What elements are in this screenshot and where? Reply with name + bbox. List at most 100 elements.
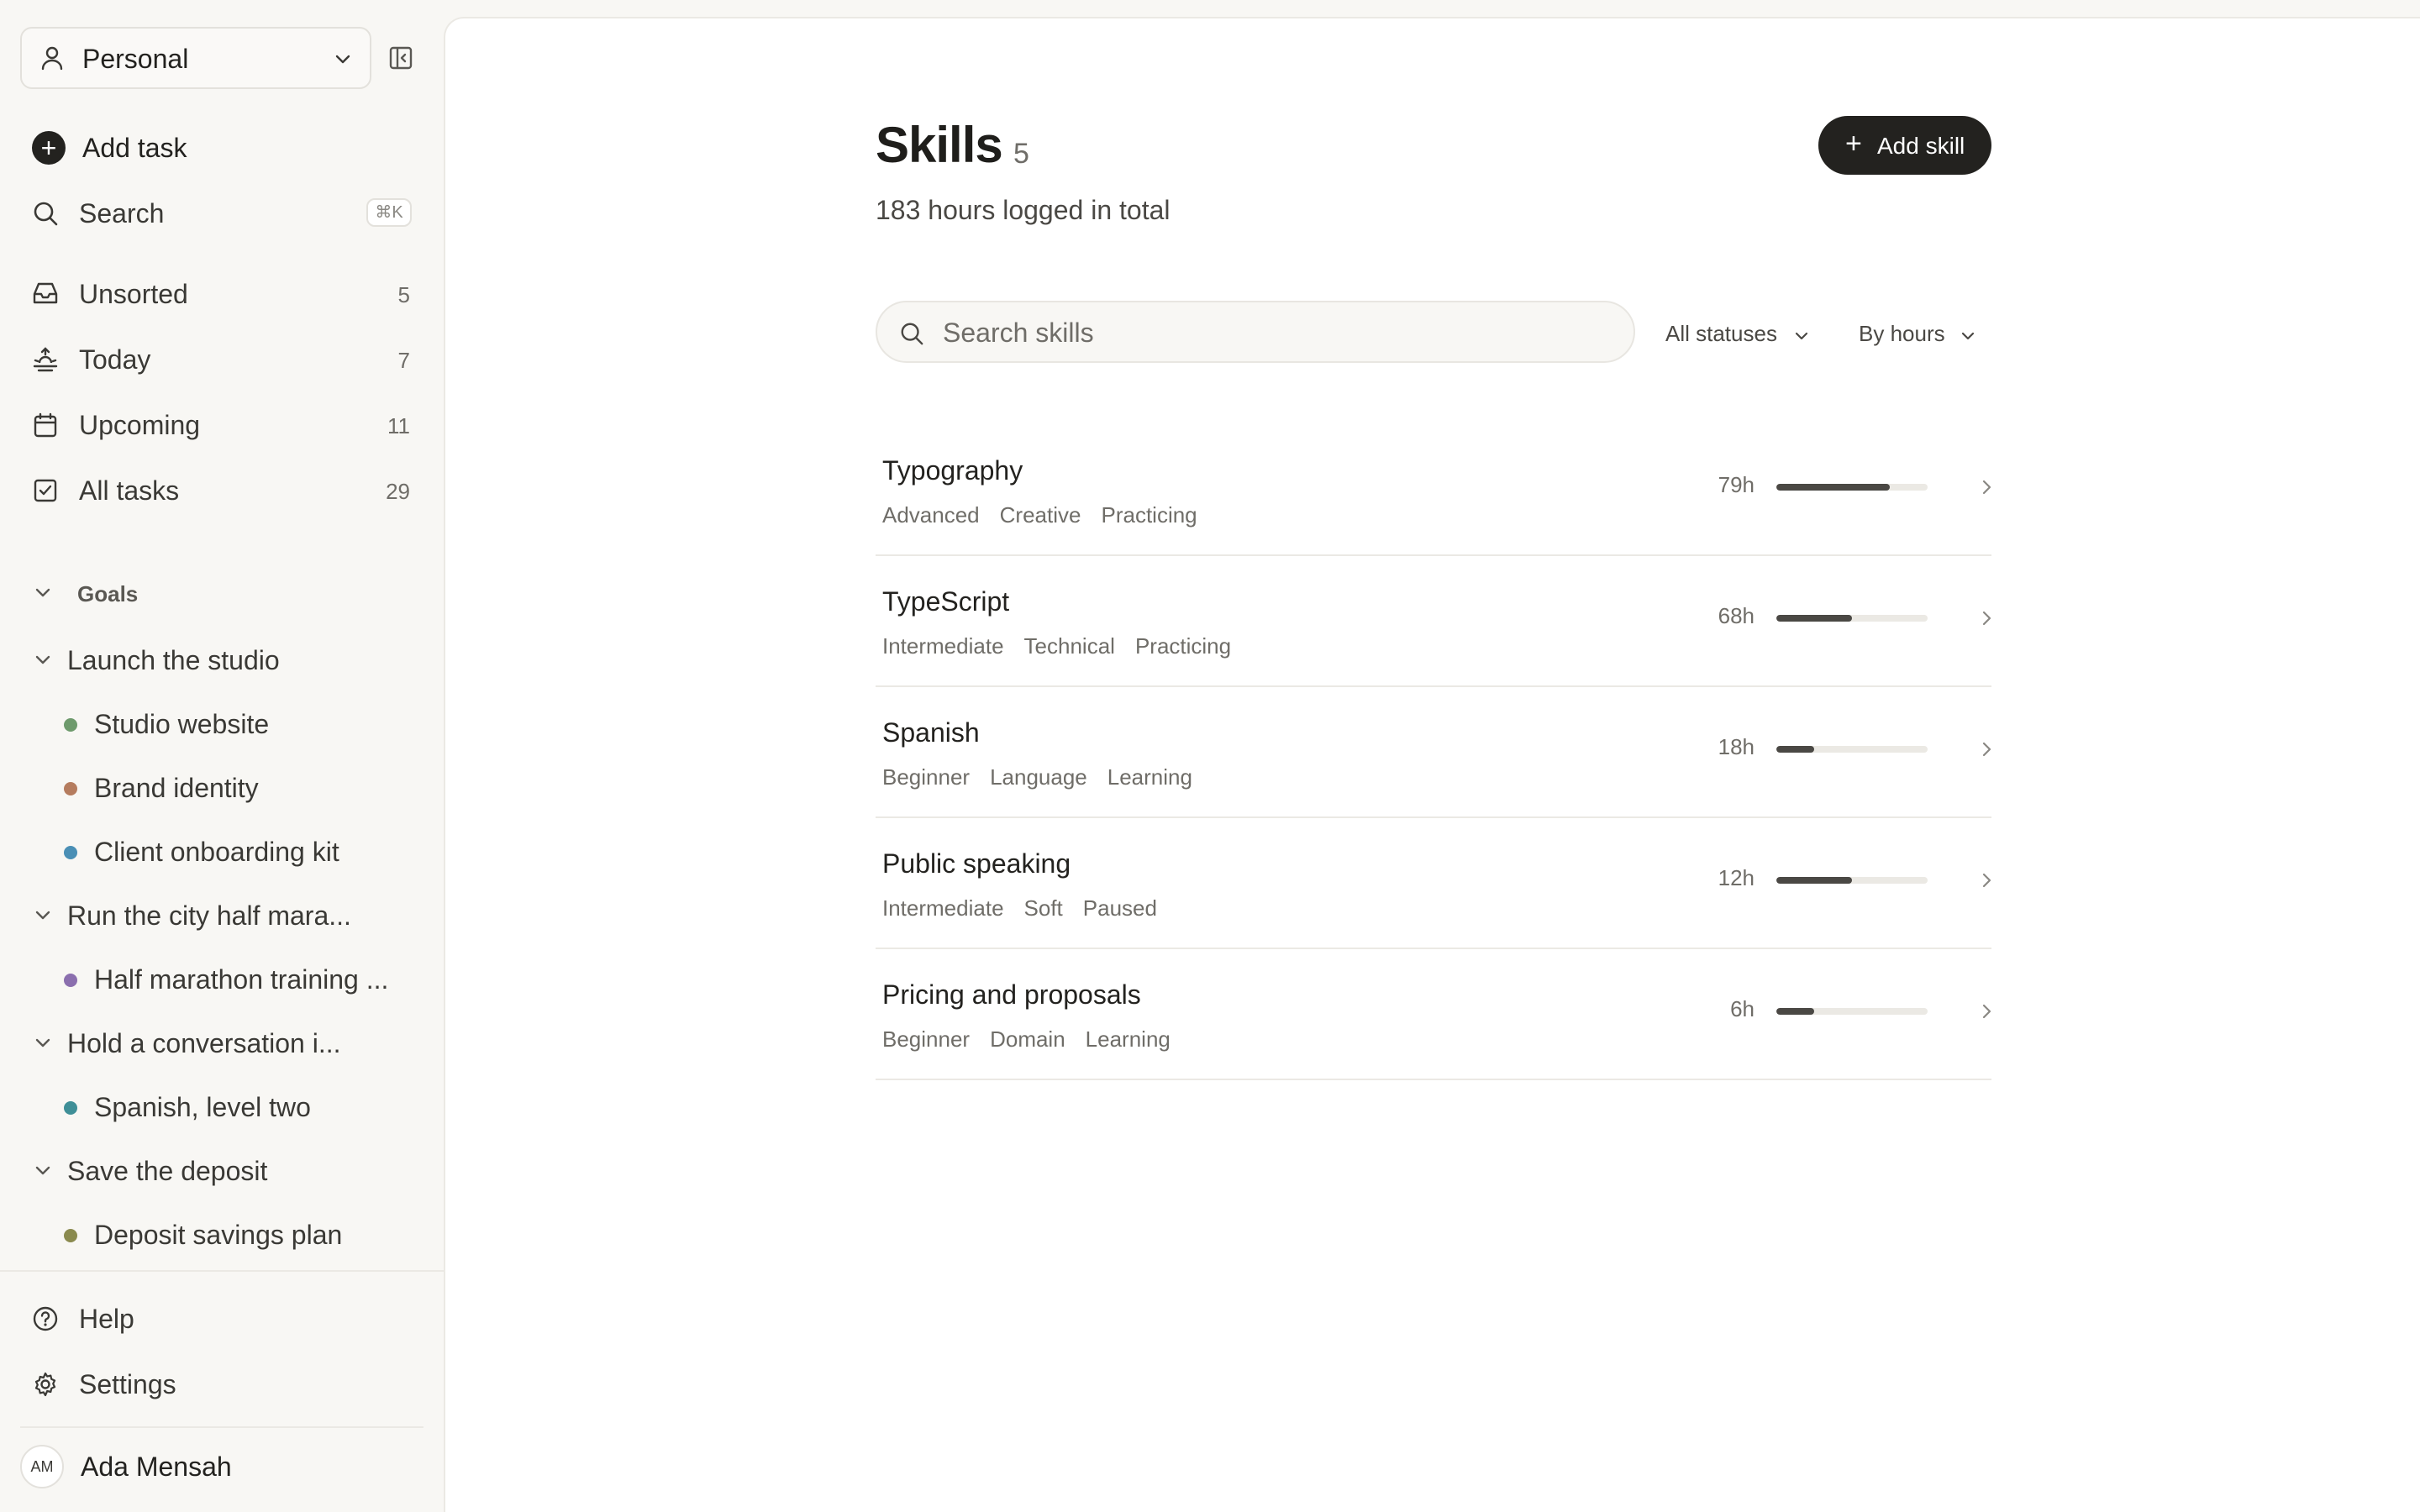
sidebar-item-count: 29 [386,479,410,504]
goal-item[interactable]: Hold a conversation i... [20,1015,424,1067]
goal-label: Save the deposit [67,1156,268,1186]
skill-row[interactable]: Pricing and proposals Beginner Domain Le… [876,949,1991,1080]
search-icon [32,200,59,227]
sidebar-item-today[interactable]: Today 7 [20,331,424,385]
goals-section-header[interactable]: Goals [20,571,424,615]
sidebar-item-count: 7 [397,348,410,373]
sidebar-collapse-icon[interactable] [388,45,413,71]
skill-progress-bar [1776,615,1928,622]
chevron-down-icon [34,583,52,601]
project-label: Half marathon training ... [94,964,389,995]
skill-tags: Intermediate Soft Paused [882,895,1157,921]
page-title: Skills [876,117,1003,173]
settings-label: Settings [79,1369,176,1399]
skill-row[interactable]: Public speaking Intermediate Soft Paused… [876,818,1991,949]
project-item[interactable]: Brand identity [20,759,424,811]
status-filter-label: All statuses [1665,321,1777,346]
skill-level-tag: Intermediate [882,633,1004,659]
project-label: Studio website [94,709,270,739]
project-item[interactable]: Half marathon training ... [20,951,424,1003]
help-icon [32,1305,59,1332]
help-label: Help [79,1304,134,1334]
skill-hours: 6h [1730,996,1754,1021]
add-skill-button[interactable]: + Add skill [1818,116,1991,175]
skill-progress-fill [1776,1008,1814,1015]
add-task-button[interactable]: + Add task [20,119,424,173]
skill-status-tag: Practicing [1134,633,1232,659]
chevron-right-icon [1978,608,1995,628]
chevron-down-icon [34,1161,52,1179]
status-filter-dropdown[interactable]: All statuses [1665,318,1817,351]
sidebar-item-all-tasks[interactable]: All tasks 29 [20,462,424,516]
chevron-down-icon [1793,328,1810,344]
skill-category-tag: Creative [999,502,1081,528]
skill-progress-fill [1776,877,1852,884]
skill-tags: Intermediate Technical Practicing [882,633,1231,659]
goal-label: Hold a conversation i... [67,1028,341,1058]
goal-label: Launch the studio [67,645,280,675]
chevron-down-icon [1960,328,1976,344]
skill-level-tag: Intermediate [882,895,1004,921]
sidebar-item-unsorted[interactable]: Unsorted 5 [20,265,424,319]
goal-item[interactable]: Run the city half mara... [20,887,424,939]
skill-row[interactable]: TypeScript Intermediate Technical Practi… [876,556,1991,687]
project-color-dot [64,718,77,732]
sidebar-item-upcoming[interactable]: Upcoming 11 [20,396,424,450]
calendar-icon [32,412,59,438]
goal-item[interactable]: Save the deposit [20,1142,424,1194]
search-icon [899,321,924,346]
settings-button[interactable]: Settings [20,1356,424,1410]
chevron-right-icon [1978,870,1995,890]
add-task-label: Add task [82,133,187,163]
chevron-down-icon [333,49,353,69]
avatar[interactable]: AM [20,1445,64,1488]
skill-row[interactable]: Spanish Beginner Language Learning 18h [876,687,1991,818]
skill-category-tag: Technical [1023,633,1115,659]
skill-status-tag: Learning [1107,764,1192,790]
workspace-switcher[interactable]: Personal [20,27,371,89]
skill-hours: 79h [1718,472,1754,497]
chevron-down-icon [34,906,52,924]
skills-count: 5 [1013,138,1029,170]
sort-dropdown[interactable]: By hours [1859,318,1983,351]
chevron-right-icon [1978,739,1995,759]
project-item[interactable]: Studio website [20,696,424,748]
sidebar-item-count: 5 [397,282,410,307]
search-button[interactable]: Search ⌘K [20,185,424,239]
search-shortcut: ⌘K [366,198,412,227]
search-skills-field[interactable] [876,301,1635,363]
project-item[interactable]: Spanish, level two [20,1079,424,1131]
goal-item[interactable]: Launch the studio [20,632,424,684]
project-item[interactable]: Deposit savings plan [20,1206,424,1258]
project-color-dot [64,1229,77,1242]
skill-level-tag: Beginner [882,764,971,790]
sunrise-icon [32,346,59,373]
goal-label: Run the city half mara... [67,900,351,931]
skill-tags: Beginner Language Learning [882,764,1192,790]
sidebar-item-label: Upcoming [79,410,201,440]
skill-status-tag: Paused [1082,895,1157,921]
skill-progress-bar [1776,746,1928,753]
project-item[interactable]: Client onboarding kit [20,823,424,875]
user-name[interactable]: Ada Mensah [81,1452,232,1483]
page-subtitle: 183 hours logged in total [876,195,1171,225]
search-skills-input[interactable] [943,314,1615,351]
user-divider [20,1426,424,1428]
skill-name: Typography [882,455,1023,486]
skill-progress-bar [1776,1008,1928,1015]
sidebar: Personal + Add task Search ⌘K Unsorted 5… [0,0,444,1512]
main-panel: Skills 5 183 hours logged in total + Add… [444,17,2420,1512]
project-color-dot [64,974,77,987]
project-label: Deposit savings plan [94,1220,343,1250]
user-icon [40,45,64,71]
project-label: Brand identity [94,773,259,803]
help-button[interactable]: Help [20,1290,424,1344]
plus-icon: + [1845,128,1862,160]
skill-progress-fill [1776,484,1890,491]
sidebar-item-label: All tasks [79,475,180,506]
project-color-dot [64,782,77,795]
skill-name: Public speaking [882,848,1071,879]
chevron-right-icon [1978,477,1995,497]
skill-row[interactable]: Typography Advanced Creative Practicing … [876,425,1991,556]
skill-name: TypeScript [882,586,1010,617]
